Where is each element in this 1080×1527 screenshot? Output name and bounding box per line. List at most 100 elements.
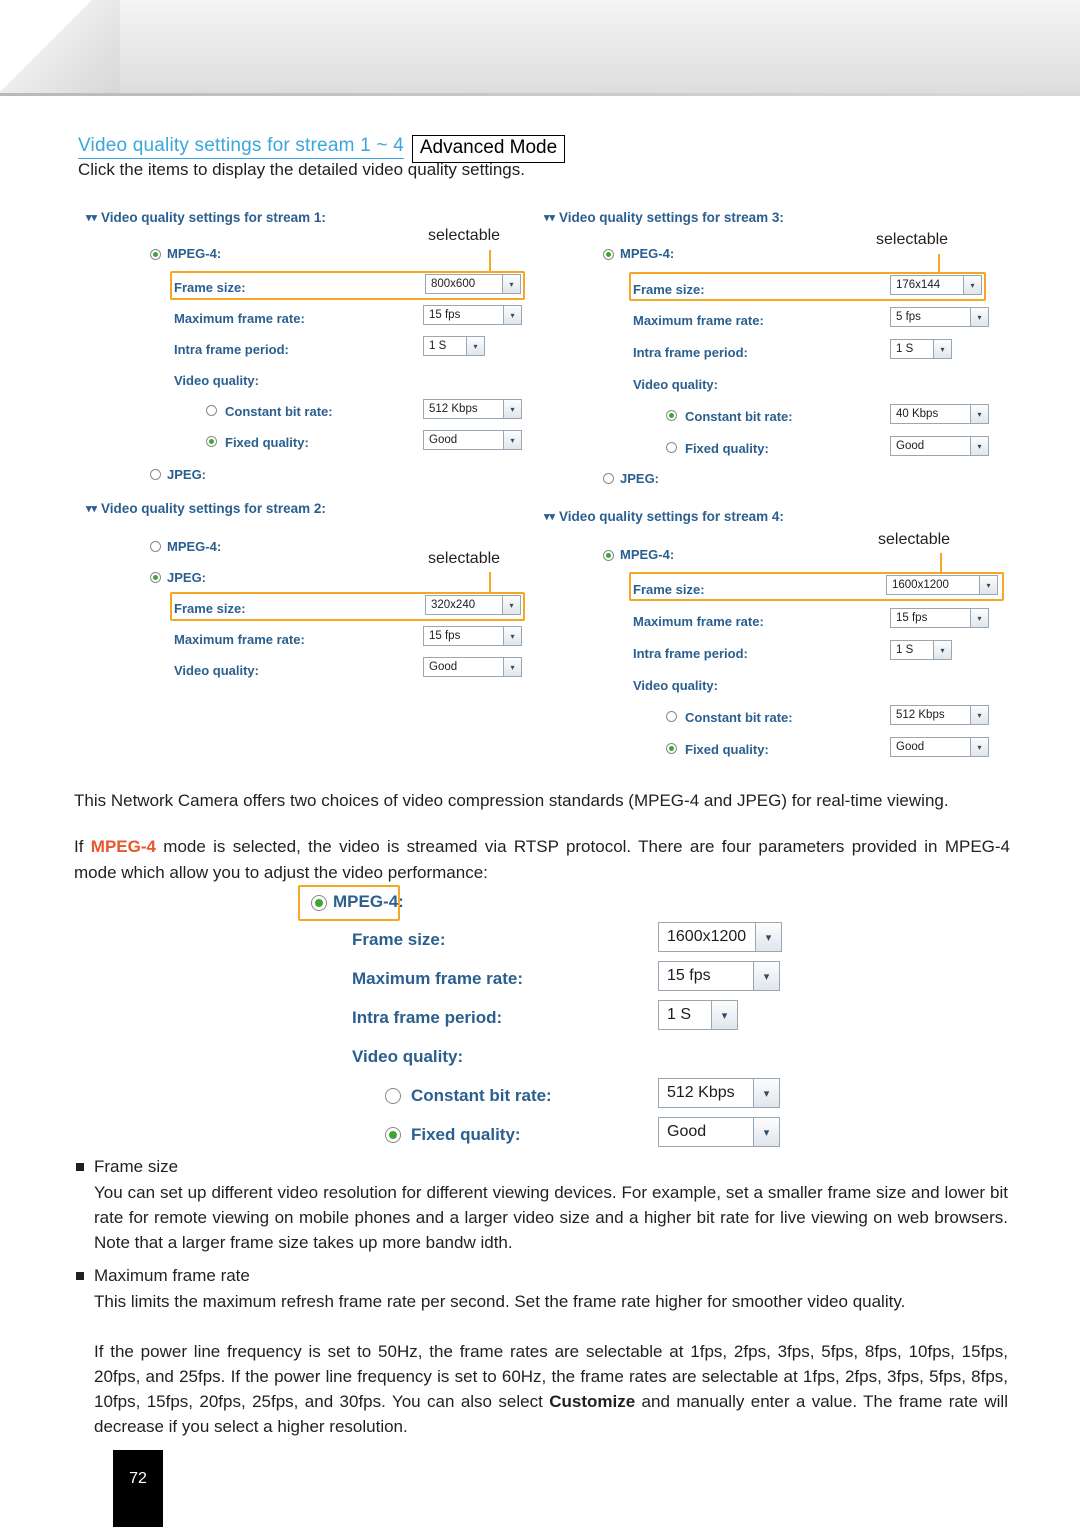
stream4-max-frame-rate-label: Maximum frame rate: xyxy=(633,614,764,629)
stream3-jpeg-radio[interactable] xyxy=(603,473,614,484)
stream1-fixed-quality-select[interactable]: Good ▾ xyxy=(423,430,522,450)
chevron-down-icon: ▾ xyxy=(711,1001,737,1029)
stream2-title[interactable]: ▾▾ Video quality settings for stream 2: xyxy=(86,501,326,516)
bullet-body-frame-size: You can set up different video resolutio… xyxy=(94,1183,1008,1252)
stream1-frame-size-highlight xyxy=(170,271,525,300)
bullet-body-max-frame-rate-2: If the power line frequency is set to 50… xyxy=(94,1339,1008,1439)
stream4-cbr-select[interactable]: 512 Kbps ▾ xyxy=(890,705,989,725)
chevron-down-icon: ▾ xyxy=(970,437,988,455)
stream4-fixed-quality-select[interactable]: Good ▾ xyxy=(890,737,989,757)
stream2-video-quality-select[interactable]: Good ▾ xyxy=(423,657,522,677)
big-max-frame-rate-label: Maximum frame rate: xyxy=(352,969,524,988)
stream1-title[interactable]: ▾▾ Video quality settings for stream 1: xyxy=(86,210,326,225)
stream3-fixed-quality-select[interactable]: Good ▾ xyxy=(890,436,989,456)
stream3-intra-frame-period-select[interactable]: 1 S ▾ xyxy=(890,339,952,359)
stream4-video-quality-label: Video quality: xyxy=(633,678,718,693)
stream3-mpeg4-radio[interactable] xyxy=(603,249,614,260)
stream4-fixed-quality-radio[interactable] xyxy=(666,743,677,754)
stream3-cbr-label: Constant bit rate: xyxy=(685,409,793,424)
paragraph-mpeg4-post: mode is selected, the video is streamed … xyxy=(74,837,1010,882)
chevron-down-icon: ▾▾ xyxy=(544,511,556,523)
stream1-cbr-select[interactable]: 512 Kbps ▾ xyxy=(423,399,522,419)
stream2-frame-size-highlight xyxy=(170,592,525,621)
customize-keyword: Customize xyxy=(549,1392,636,1411)
big-mpeg4-highlight xyxy=(298,885,400,921)
big-cbr-label: Constant bit rate: xyxy=(411,1086,552,1105)
big-intra-frame-period-select[interactable]: 1 S ▾ xyxy=(658,1000,738,1030)
stream3-title[interactable]: ▾▾ Video quality settings for stream 3: xyxy=(544,210,784,225)
stream2-jpeg-radio[interactable] xyxy=(150,572,161,583)
stream3-cbr-radio[interactable] xyxy=(666,410,677,421)
big-cbr-radio[interactable] xyxy=(385,1088,401,1104)
big-video-quality-label: Video quality: xyxy=(352,1047,464,1066)
stream2-video-quality-label: Video quality: xyxy=(174,663,259,678)
stream4-selectable-note: selectable xyxy=(878,531,951,548)
big-intra-frame-period-label: Intra frame period: xyxy=(352,1008,503,1027)
stream1-selectable-note: selectable xyxy=(428,227,501,244)
stream2-mpeg4-radio[interactable] xyxy=(150,541,161,552)
stream3-cbr-select[interactable]: 40 Kbps ▾ xyxy=(890,404,989,424)
page-number: 72 xyxy=(129,1470,147,1487)
chevron-down-icon: ▾ xyxy=(753,962,779,990)
big-cbr-select[interactable]: 512 Kbps ▾ xyxy=(658,1078,780,1108)
stream1-fixed-quality-radio[interactable] xyxy=(206,436,217,447)
stream3-max-frame-rate-select[interactable]: 5 fps ▾ xyxy=(890,307,989,327)
stream3-intra-frame-period-label: Intra frame period: xyxy=(633,345,748,360)
stream4-title[interactable]: ▾▾ Video quality settings for stream 4: xyxy=(544,509,784,524)
stream1-cbr-radio[interactable] xyxy=(206,405,217,416)
chevron-down-icon: ▾ xyxy=(466,337,484,355)
stream4-max-frame-rate-select[interactable]: 15 fps ▾ xyxy=(890,608,989,628)
big-fixed-quality-select[interactable]: Good ▾ xyxy=(658,1117,780,1147)
stream4-note-connector xyxy=(940,553,942,572)
page-footer-tab xyxy=(113,1450,163,1527)
stream3-video-quality-label: Video quality: xyxy=(633,377,718,392)
stream4-intra-frame-period-label: Intra frame period: xyxy=(633,646,748,661)
section-subtitle: Click the items to display the detailed … xyxy=(78,160,525,179)
stream3-frame-size-highlight xyxy=(629,272,986,301)
stream1-mpeg4-label: MPEG-4: xyxy=(167,246,222,261)
big-fixed-quality-radio[interactable] xyxy=(385,1127,401,1143)
chevron-down-icon: ▾ xyxy=(503,306,521,324)
stream3-mpeg4-label: MPEG-4: xyxy=(620,246,675,261)
stream1-max-frame-rate-select[interactable]: 15 fps ▾ xyxy=(423,305,522,325)
stream4-mpeg4-label: MPEG-4: xyxy=(620,547,675,562)
chevron-down-icon: ▾ xyxy=(933,340,951,358)
big-max-frame-rate-select[interactable]: 15 fps ▾ xyxy=(658,961,780,991)
mpeg4-keyword: MPEG-4 xyxy=(90,837,156,856)
stream2-mpeg4-label: MPEG-4: xyxy=(167,539,222,554)
chevron-down-icon: ▾ xyxy=(970,308,988,326)
stream1-intra-frame-period-select[interactable]: 1 S ▾ xyxy=(423,336,485,356)
bullet-body-max-frame-rate-1: This limits the maximum refresh frame ra… xyxy=(94,1292,906,1311)
chevron-down-icon: ▾▾ xyxy=(86,503,98,515)
stream3-fixed-quality-radio[interactable] xyxy=(666,442,677,453)
stream2-max-frame-rate-select[interactable]: 15 fps ▾ xyxy=(423,626,522,646)
bullet-title-frame-size: Frame size xyxy=(94,1157,179,1176)
stream2-note-connector xyxy=(489,572,491,592)
settings-screenshot: ▾▾ Video quality settings for stream 1: M… xyxy=(78,200,1018,775)
stream4-mpeg4-radio[interactable] xyxy=(603,550,614,561)
stream3-fixed-quality-label: Fixed quality: xyxy=(685,441,769,456)
big-frame-size-label: Frame size: xyxy=(352,930,446,949)
stream1-mpeg4-radio[interactable] xyxy=(150,249,161,260)
chevron-down-icon: ▾ xyxy=(753,1079,779,1107)
stream3-note-connector xyxy=(938,254,940,273)
chevron-down-icon: ▾ xyxy=(970,609,988,627)
mpeg4-parameters-diagram: MPEG-4: Frame size: 1600x1200 ▾ Maximum f… xyxy=(0,880,1080,1160)
big-frame-size-select[interactable]: 1600x1200 ▾ xyxy=(658,922,782,952)
stream1-jpeg-label: JPEG: xyxy=(167,467,207,482)
stream2-selectable-note: selectable xyxy=(428,550,501,567)
advanced-mode-badge[interactable]: Advanced Mode xyxy=(411,135,566,163)
bullet-title-max-frame-rate: Maximum frame rate xyxy=(94,1266,250,1285)
chevron-down-icon: ▾ xyxy=(503,627,521,645)
chevron-down-icon: ▾ xyxy=(503,658,521,676)
section-heading-link[interactable]: Video quality settings for stream 1 ~ 4 xyxy=(78,135,404,159)
stream4-intra-frame-period-select[interactable]: 1 S ▾ xyxy=(890,640,952,660)
paragraph-intro: This Network Camera offers two choices o… xyxy=(74,791,949,810)
stream4-cbr-radio[interactable] xyxy=(666,711,677,722)
paragraph-mpeg4-pre: If xyxy=(74,837,91,856)
stream1-video-quality-label: Video quality: xyxy=(174,373,259,388)
section-heading: Video quality settings for stream 1 ~ 4 A… xyxy=(78,133,1018,163)
big-fixed-quality-label: Fixed quality: xyxy=(411,1125,521,1144)
stream4-fixed-quality-label: Fixed quality: xyxy=(685,742,769,757)
stream1-jpeg-radio[interactable] xyxy=(150,469,161,480)
